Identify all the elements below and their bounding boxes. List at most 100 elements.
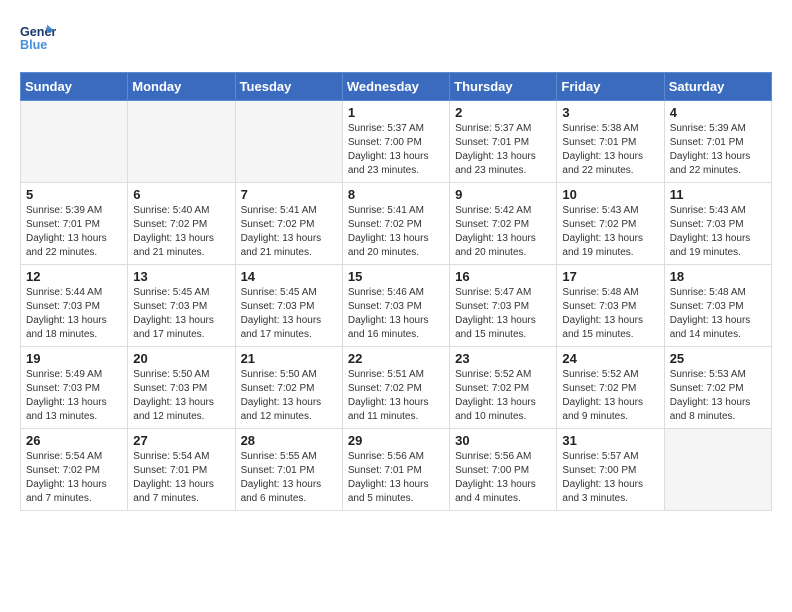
day-number: 3 <box>562 105 658 120</box>
day-number: 1 <box>348 105 444 120</box>
day-info: Sunrise: 5:41 AM Sunset: 7:02 PM Dayligh… <box>348 204 444 260</box>
calendar-cell: 29 Sunrise: 5:56 AM Sunset: 7:01 PM Dayli… <box>342 429 449 511</box>
calendar-cell: 23Sunrise: 5:52 AM Sunset: 7:02 PM Dayli… <box>450 347 557 429</box>
calendar-cell: 27Sunrise: 5:54 AM Sunset: 7:01 PM Dayli… <box>128 429 235 511</box>
day-number: 31 <box>562 433 658 448</box>
logo: General Blue <box>20 20 56 56</box>
day-number: 2 <box>455 105 551 120</box>
day-number: 13 <box>133 269 229 284</box>
day-info: Sunrise: 5:54 AM Sunset: 7:02 PM Dayligh… <box>26 450 122 506</box>
day-info: Sunrise: 5:55 AM Sunset: 7:01 PM Dayligh… <box>241 450 337 506</box>
calendar-cell: 2 Sunrise: 5:37 AM Sunset: 7:01 PM Daylig… <box>450 101 557 183</box>
day-number: 24 <box>562 351 658 366</box>
day-info: Sunrise: 5:49 AM Sunset: 7:03 PM Dayligh… <box>26 368 122 424</box>
calendar-cell: 10 Sunrise: 5:43 AM Sunset: 7:02 PM Dayli… <box>557 183 664 265</box>
day-info: Sunrise: 5:43 AM Sunset: 7:02 PM Dayligh… <box>562 204 658 260</box>
day-info: Sunrise: 5:40 AM Sunset: 7:02 PM Dayligh… <box>133 204 229 260</box>
day-number: 12 <box>26 269 122 284</box>
calendar-cell: 14 Sunrise: 5:45 AM Sunset: 7:03 PM Dayli… <box>235 265 342 347</box>
day-info: Sunrise: 5:48 AM Sunset: 7:03 PM Dayligh… <box>670 286 766 342</box>
day-info: Sunrise: 5:51 AM Sunset: 7:02 PM Dayligh… <box>348 368 444 424</box>
day-info: Sunrise: 5:37 AM Sunset: 7:00 PM Dayligh… <box>348 122 444 178</box>
day-header-saturday: Saturday <box>664 73 771 101</box>
day-number: 21 <box>241 351 337 366</box>
calendar-cell: 8 Sunrise: 5:41 AM Sunset: 7:02 PM Daylig… <box>342 183 449 265</box>
day-header-monday: Monday <box>128 73 235 101</box>
day-info: Sunrise: 5:56 AM Sunset: 7:01 PM Dayligh… <box>348 450 444 506</box>
day-number: 25 <box>670 351 766 366</box>
calendar-week-row: 12 Sunrise: 5:44 AM Sunset: 7:03 PM Dayli… <box>21 265 772 347</box>
calendar-cell: 28 Sunrise: 5:55 AM Sunset: 7:01 PM Dayli… <box>235 429 342 511</box>
calendar-cell: 25 Sunrise: 5:53 AM Sunset: 7:02 PM Dayli… <box>664 347 771 429</box>
day-info: Sunrise: 5:43 AM Sunset: 7:03 PM Dayligh… <box>670 204 766 260</box>
day-header-wednesday: Wednesday <box>342 73 449 101</box>
day-number: 19 <box>26 351 122 366</box>
calendar-cell: 18 Sunrise: 5:48 AM Sunset: 7:03 PM Dayli… <box>664 265 771 347</box>
calendar-cell: 5Sunrise: 5:39 AM Sunset: 7:01 PM Daylig… <box>21 183 128 265</box>
day-number: 9 <box>455 187 551 202</box>
day-info: Sunrise: 5:41 AM Sunset: 7:02 PM Dayligh… <box>241 204 337 260</box>
day-number: 17 <box>562 269 658 284</box>
calendar-cell <box>664 429 771 511</box>
day-number: 10 <box>562 187 658 202</box>
calendar-week-row: 26 Sunrise: 5:54 AM Sunset: 7:02 PM Dayli… <box>21 429 772 511</box>
day-info: Sunrise: 5:57 AM Sunset: 7:00 PM Dayligh… <box>562 450 658 506</box>
day-number: 30 <box>455 433 551 448</box>
day-info: Sunrise: 5:39 AM Sunset: 7:01 PM Dayligh… <box>26 204 122 260</box>
day-number: 18 <box>670 269 766 284</box>
day-info: Sunrise: 5:53 AM Sunset: 7:02 PM Dayligh… <box>670 368 766 424</box>
calendar-cell: 24 Sunrise: 5:52 AM Sunset: 7:02 PM Dayli… <box>557 347 664 429</box>
day-info: Sunrise: 5:42 AM Sunset: 7:02 PM Dayligh… <box>455 204 551 260</box>
day-info: Sunrise: 5:54 AM Sunset: 7:01 PM Dayligh… <box>133 450 229 506</box>
day-number: 28 <box>241 433 337 448</box>
day-info: Sunrise: 5:50 AM Sunset: 7:02 PM Dayligh… <box>241 368 337 424</box>
day-number: 6 <box>133 187 229 202</box>
day-number: 26 <box>26 433 122 448</box>
calendar-cell: 21 Sunrise: 5:50 AM Sunset: 7:02 PM Dayli… <box>235 347 342 429</box>
calendar-cell: 1 Sunrise: 5:37 AM Sunset: 7:00 PM Daylig… <box>342 101 449 183</box>
calendar-cell: 4 Sunrise: 5:39 AM Sunset: 7:01 PM Daylig… <box>664 101 771 183</box>
day-info: Sunrise: 5:39 AM Sunset: 7:01 PM Dayligh… <box>670 122 766 178</box>
day-number: 11 <box>670 187 766 202</box>
calendar-cell: 6 Sunrise: 5:40 AM Sunset: 7:02 PM Daylig… <box>128 183 235 265</box>
day-info: Sunrise: 5:38 AM Sunset: 7:01 PM Dayligh… <box>562 122 658 178</box>
day-info: Sunrise: 5:52 AM Sunset: 7:02 PM Dayligh… <box>562 368 658 424</box>
day-info: Sunrise: 5:52 AM Sunset: 7:02 PM Dayligh… <box>455 368 551 424</box>
day-info: Sunrise: 5:45 AM Sunset: 7:03 PM Dayligh… <box>241 286 337 342</box>
calendar-header-row: SundayMondayTuesdayWednesdayThursdayFrid… <box>21 73 772 101</box>
calendar-table: SundayMondayTuesdayWednesdayThursdayFrid… <box>20 72 772 511</box>
day-number: 7 <box>241 187 337 202</box>
calendar-cell: 7 Sunrise: 5:41 AM Sunset: 7:02 PM Daylig… <box>235 183 342 265</box>
calendar-cell: 26 Sunrise: 5:54 AM Sunset: 7:02 PM Dayli… <box>21 429 128 511</box>
day-header-tuesday: Tuesday <box>235 73 342 101</box>
calendar-cell: 30 Sunrise: 5:56 AM Sunset: 7:00 PM Dayli… <box>450 429 557 511</box>
day-info: Sunrise: 5:45 AM Sunset: 7:03 PM Dayligh… <box>133 286 229 342</box>
day-number: 8 <box>348 187 444 202</box>
day-info: Sunrise: 5:46 AM Sunset: 7:03 PM Dayligh… <box>348 286 444 342</box>
day-header-friday: Friday <box>557 73 664 101</box>
calendar-cell: 20Sunrise: 5:50 AM Sunset: 7:03 PM Dayli… <box>128 347 235 429</box>
day-number: 4 <box>670 105 766 120</box>
calendar-cell: 13 Sunrise: 5:45 AM Sunset: 7:03 PM Dayli… <box>128 265 235 347</box>
day-number: 14 <box>241 269 337 284</box>
calendar-week-row: 1 Sunrise: 5:37 AM Sunset: 7:00 PM Daylig… <box>21 101 772 183</box>
calendar-cell <box>128 101 235 183</box>
day-info: Sunrise: 5:44 AM Sunset: 7:03 PM Dayligh… <box>26 286 122 342</box>
calendar-cell: 22Sunrise: 5:51 AM Sunset: 7:02 PM Dayli… <box>342 347 449 429</box>
day-info: Sunrise: 5:37 AM Sunset: 7:01 PM Dayligh… <box>455 122 551 178</box>
calendar-cell: 12 Sunrise: 5:44 AM Sunset: 7:03 PM Dayli… <box>21 265 128 347</box>
day-info: Sunrise: 5:56 AM Sunset: 7:00 PM Dayligh… <box>455 450 551 506</box>
page-header: General Blue <box>20 20 772 56</box>
calendar-cell: 9 Sunrise: 5:42 AM Sunset: 7:02 PM Daylig… <box>450 183 557 265</box>
logo-icon: General Blue <box>20 20 56 56</box>
calendar-week-row: 19 Sunrise: 5:49 AM Sunset: 7:03 PM Dayli… <box>21 347 772 429</box>
calendar-week-row: 5Sunrise: 5:39 AM Sunset: 7:01 PM Daylig… <box>21 183 772 265</box>
day-number: 16 <box>455 269 551 284</box>
calendar-cell <box>235 101 342 183</box>
day-number: 29 <box>348 433 444 448</box>
day-number: 20 <box>133 351 229 366</box>
day-info: Sunrise: 5:47 AM Sunset: 7:03 PM Dayligh… <box>455 286 551 342</box>
calendar-cell: 17Sunrise: 5:48 AM Sunset: 7:03 PM Dayli… <box>557 265 664 347</box>
calendar-cell: 15Sunrise: 5:46 AM Sunset: 7:03 PM Dayli… <box>342 265 449 347</box>
calendar-cell <box>21 101 128 183</box>
